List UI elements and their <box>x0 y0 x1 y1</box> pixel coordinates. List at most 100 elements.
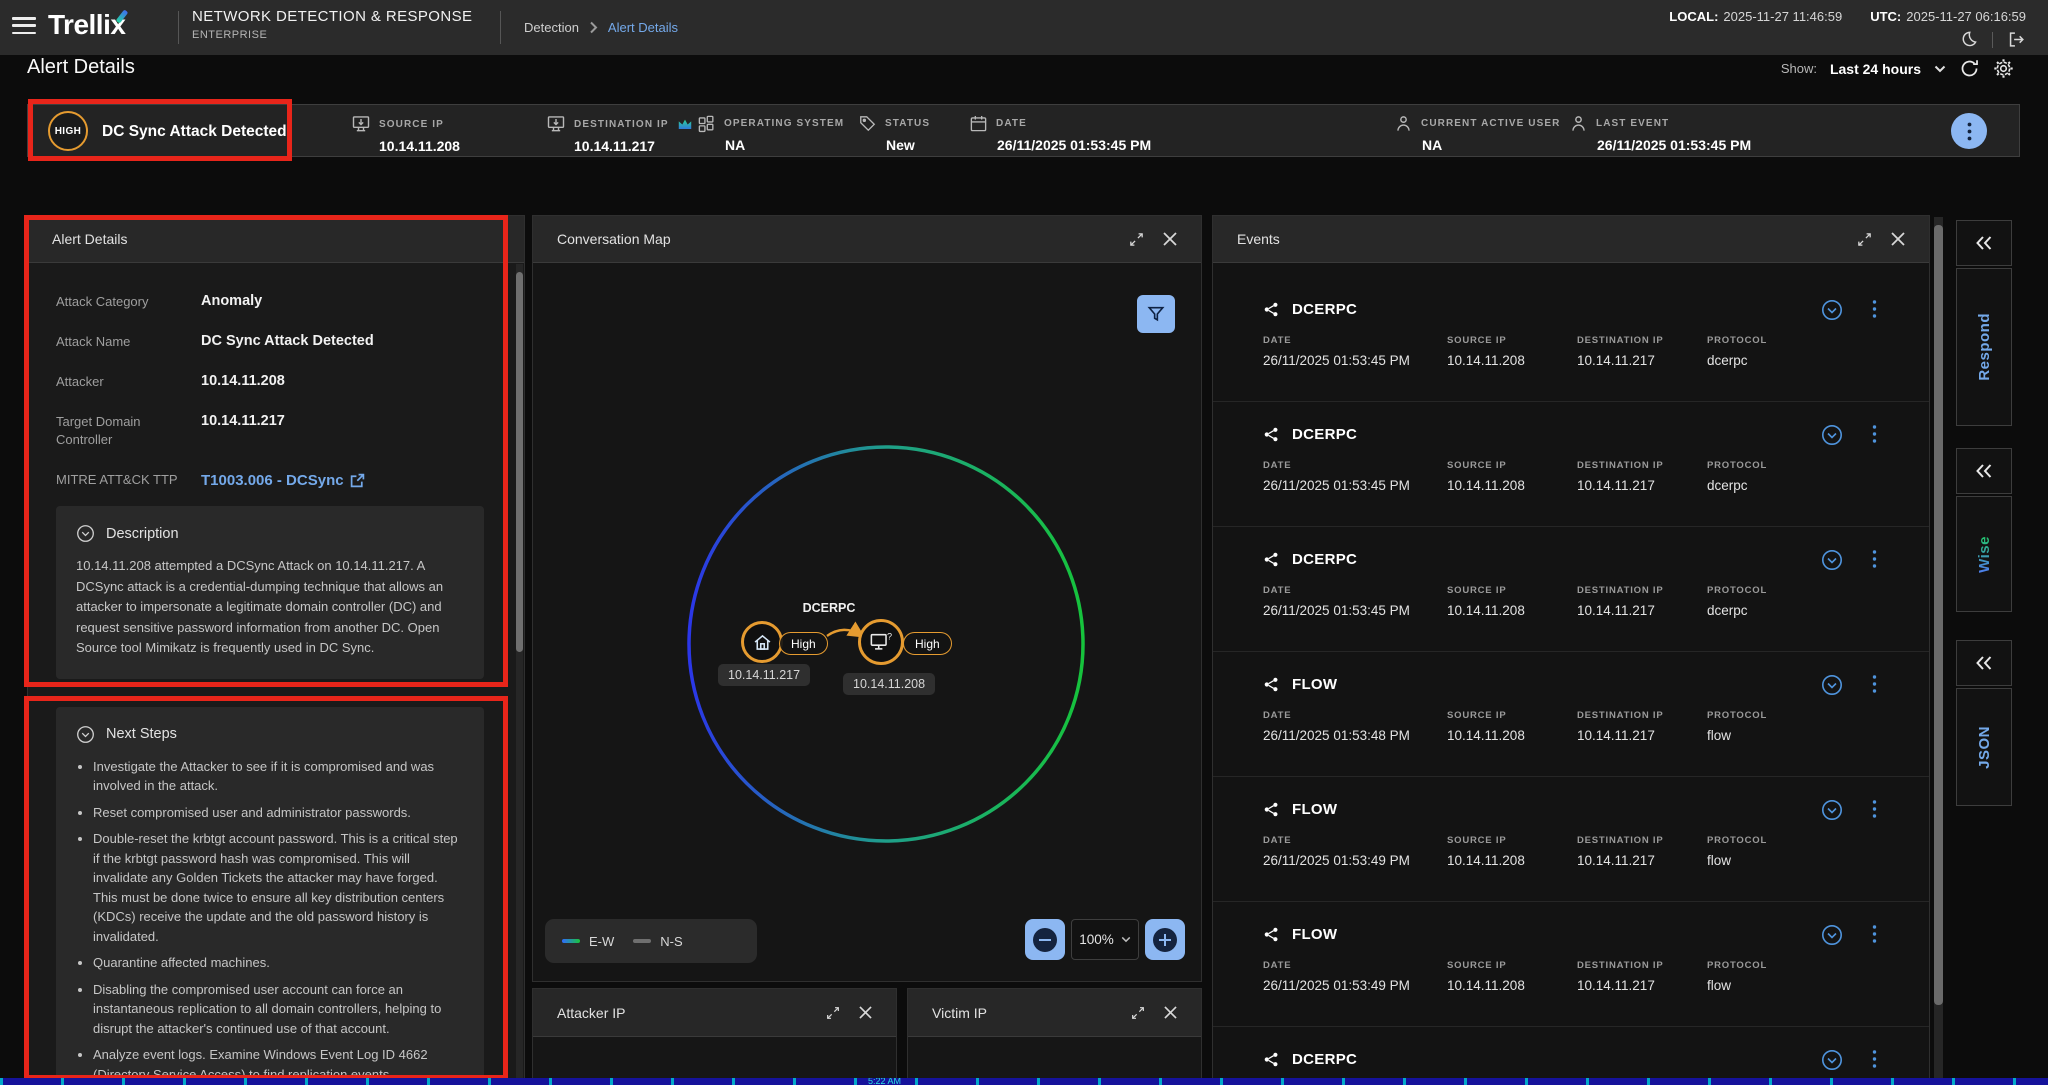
theme-moon-icon[interactable] <box>1959 30 1978 49</box>
event-destination-value: 10.14.11.217 <box>1577 728 1665 743</box>
event-expand-button[interactable] <box>1821 424 1843 446</box>
last-event-label: LAST EVENT <box>1596 118 1669 129</box>
next-step-item: Quarantine affected machines. <box>93 953 464 973</box>
event-menu-button[interactable] <box>1872 1049 1877 1069</box>
events-list: DCERPC DATE 26/11/2025 01:53:45 PM SOURCE… <box>1213 263 1929 1085</box>
event-card[interactable]: FLOW DATE26/11/2025 01:53:48 PM SOURCE I… <box>1213 652 1929 777</box>
kv-label: Attack Name <box>56 333 201 352</box>
os-grid-icon <box>697 114 716 133</box>
event-card[interactable]: DCERPC DATE26/11/2025 01:53:45 PM SOURCE… <box>1213 402 1929 527</box>
refresh-button[interactable] <box>1959 58 1980 79</box>
event-card[interactable]: FLOW DATE26/11/2025 01:53:49 PM SOURCE I… <box>1213 777 1929 902</box>
tab-respond[interactable]: Respond <box>1956 268 2012 426</box>
alert-details-scrollbar[interactable] <box>516 264 523 1083</box>
close-icon[interactable] <box>859 1006 872 1019</box>
breadcrumb-detection[interactable]: Detection <box>524 20 579 35</box>
kv-value: 10.14.11.208 <box>201 373 484 392</box>
event-menu-button[interactable] <box>1872 299 1877 319</box>
time-range-cluster: Show: Last 24 hours <box>1781 58 2014 79</box>
kv-value: Anomaly <box>201 293 484 312</box>
current-active-user-value: NA <box>1422 137 1560 153</box>
conversation-map-canvas[interactable]: DCERPC High 10.14.11.217 ? High 10.14.11… <box>533 263 1201 982</box>
event-expand-button[interactable] <box>1821 924 1843 946</box>
node-victim-host[interactable] <box>741 621 783 663</box>
event-destination-value: 10.14.11.217 <box>1577 853 1665 868</box>
zoom-level-select[interactable]: 100% <box>1071 919 1139 960</box>
hamburger-menu-icon[interactable] <box>12 17 38 38</box>
gear-icon[interactable] <box>1993 58 2014 79</box>
next-steps-list: Investigate the Attacker to see if it is… <box>76 757 464 1085</box>
person-icon <box>1394 114 1413 133</box>
respond-collapse-button[interactable] <box>1956 220 2012 266</box>
wise-tab-label: Wise <box>1976 536 1993 573</box>
destination-ip-value: 10.14.11.217 <box>574 138 693 154</box>
json-collapse-button[interactable] <box>1956 640 2012 686</box>
attacker-severity-pill: High <box>903 632 952 655</box>
chevron-right-icon <box>589 21 598 34</box>
source-ip-label: SOURCE IP <box>379 119 444 130</box>
event-card[interactable]: FLOW DATE26/11/2025 01:53:49 PM SOURCE I… <box>1213 902 1929 1027</box>
product-name-block: NETWORK DETECTION & RESPONSE ENTERPRISE <box>192 8 472 41</box>
expand-icon[interactable] <box>825 1005 841 1021</box>
event-card[interactable]: DCERPC DATE26/11/2025 01:53:45 PM SOURCE… <box>1213 527 1929 652</box>
event-menu-button[interactable] <box>1872 674 1877 694</box>
double-chevron-left-icon <box>1975 236 1993 250</box>
breadcrumb-alert-details: Alert Details <box>608 20 678 35</box>
status-value: New <box>886 137 930 153</box>
kv-label: MITRE ATT&CK TTP <box>56 471 201 490</box>
mitre-ttp-link[interactable]: T1003.006 - DCSync <box>201 471 484 490</box>
event-date-label: DATE <box>1263 335 1405 346</box>
event-date-label: DATE <box>1263 835 1405 846</box>
time-range-select[interactable]: Last 24 hours <box>1830 61 1921 77</box>
events-scrollbar[interactable] <box>1934 217 1943 1083</box>
tab-wise[interactable]: Wise <box>1956 496 2012 612</box>
zoom-out-button[interactable] <box>1025 919 1065 960</box>
event-expand-button[interactable] <box>1821 1049 1843 1071</box>
close-icon[interactable] <box>1164 1006 1177 1019</box>
event-menu-button[interactable] <box>1872 799 1877 819</box>
wise-collapse-button[interactable] <box>1956 448 2012 494</box>
event-date-label: DATE <box>1263 585 1405 596</box>
next-steps-header[interactable]: Next Steps <box>76 725 464 744</box>
chevron-down-icon[interactable] <box>1934 65 1946 73</box>
alert-details-panel: Alert Details Attack Category Anomaly At… <box>27 215 525 1085</box>
logout-icon[interactable] <box>2007 30 2026 49</box>
event-date-value: 26/11/2025 01:53:45 PM <box>1263 478 1405 493</box>
conversation-map-panel: Conversation Map DCERPC High 10.14.1 <box>532 215 1202 982</box>
event-menu-button[interactable] <box>1872 549 1877 569</box>
description-header[interactable]: Description <box>76 524 464 543</box>
top-bar: Trellix NETWORK DETECTION & RESPONSE ENT… <box>0 0 2048 55</box>
expand-icon[interactable] <box>1128 231 1145 248</box>
event-expand-button[interactable] <box>1821 799 1843 821</box>
event-menu-button[interactable] <box>1872 424 1877 444</box>
event-menu-button[interactable] <box>1872 924 1877 944</box>
tab-json[interactable]: JSON <box>1956 688 2012 806</box>
event-expand-button[interactable] <box>1821 674 1843 696</box>
event-name: FLOW <box>1292 676 1337 693</box>
zoom-controls: 100% <box>1025 919 1185 960</box>
node-attacker-host[interactable]: ? <box>858 619 904 665</box>
event-protocol-value: flow <box>1707 978 1839 993</box>
host-monitor-icon <box>546 114 566 134</box>
close-icon[interactable] <box>1891 232 1905 246</box>
event-protocol-label: PROTOCOL <box>1707 460 1839 471</box>
event-card[interactable]: DCERPC <box>1213 1027 1929 1085</box>
event-expand-button[interactable] <box>1821 549 1843 571</box>
summary-actions-button[interactable] <box>1951 113 1987 149</box>
event-card[interactable]: DCERPC DATE26/11/2025 01:53:45 PM SOURCE… <box>1213 277 1929 402</box>
person-icon <box>1569 114 1588 133</box>
event-source-label: SOURCE IP <box>1447 335 1535 346</box>
event-source-value: 10.14.11.208 <box>1447 478 1535 493</box>
event-protocol-value: dcerpc <box>1707 478 1839 493</box>
zoom-in-button[interactable] <box>1145 919 1185 960</box>
share-icon <box>1263 926 1279 943</box>
severity-badge: HIGH <box>48 111 88 151</box>
expand-icon[interactable] <box>1130 1005 1146 1021</box>
alert-details-kv: Attack Category Anomaly Attack Name DC S… <box>56 293 484 490</box>
local-label: LOCAL: <box>1669 9 1718 24</box>
expand-icon[interactable] <box>1856 231 1873 248</box>
close-icon[interactable] <box>1163 232 1177 246</box>
kv-label: Attack Category <box>56 293 201 312</box>
event-expand-button[interactable] <box>1821 299 1843 321</box>
event-destination-label: DESTINATION IP <box>1577 710 1665 721</box>
